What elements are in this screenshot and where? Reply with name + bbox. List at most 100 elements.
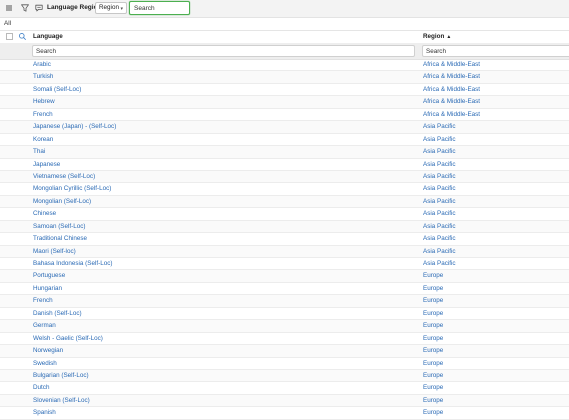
breadcrumb[interactable]: All — [4, 20, 11, 27]
search-field-select[interactable]: Region ▾ — [95, 2, 127, 14]
region-link[interactable]: Europe — [423, 335, 443, 342]
hamburger-menu-icon[interactable] — [4, 3, 14, 13]
language-link[interactable]: Arabic — [33, 61, 51, 68]
language-link[interactable]: Traditional Chinese — [33, 235, 87, 242]
table-row[interactable]: Korean Asia Pacific — [0, 134, 569, 147]
region-link[interactable]: Europe — [423, 322, 443, 329]
language-link[interactable]: Swedish — [33, 360, 57, 367]
region-link[interactable]: Europe — [423, 384, 443, 391]
region-link[interactable]: Asia Pacific — [423, 260, 456, 267]
language-link[interactable]: Vietnamese (Self-Loc) — [33, 173, 95, 180]
table-row[interactable]: Hebrew Africa & Middle-East — [0, 96, 569, 109]
table-row[interactable]: Turkish Africa & Middle-East — [0, 71, 569, 84]
region-link[interactable]: Africa & Middle-East — [423, 111, 480, 118]
table-row[interactable]: Samoan (Self-Loc) Asia Pacific — [0, 220, 569, 234]
language-link[interactable]: Maori (Self-loc) — [33, 248, 76, 255]
table-row[interactable]: Japanese (Japan) - (Self-Loc) Asia Pacifi… — [0, 121, 569, 134]
column-header-language[interactable]: Language — [33, 33, 63, 40]
table-row[interactable]: Mongolian Cyrillic (Self-Loc) Asia Pacifi… — [0, 183, 569, 196]
region-link[interactable]: Asia Pacific — [423, 235, 456, 242]
region-link[interactable]: Europe — [423, 297, 443, 304]
region-link[interactable]: Europe — [423, 397, 443, 404]
region-link[interactable]: Africa & Middle-East — [423, 73, 480, 80]
table-row[interactable]: French Africa & Middle-East — [0, 109, 569, 122]
table-row[interactable]: Maori (Self-loc) Asia Pacific — [0, 245, 569, 258]
table-row[interactable]: French Europe — [0, 295, 569, 308]
region-link[interactable]: Asia Pacific — [423, 185, 456, 192]
region-link[interactable]: Europe — [423, 310, 443, 317]
language-link[interactable]: Hebrew — [33, 98, 55, 105]
language-link[interactable]: Bahasa Indonesia (Self-Loc) — [33, 260, 112, 267]
region-link[interactable]: Africa & Middle-East — [423, 86, 480, 93]
language-link[interactable]: Norwegian — [33, 347, 63, 354]
language-link[interactable]: Korean — [33, 136, 53, 143]
language-link[interactable]: Turkish — [33, 73, 53, 80]
table-row[interactable]: Welsh - Gaelic (Self-Loc) Europe — [0, 333, 569, 346]
table-row[interactable]: Vietnamese (Self-Loc) Asia Pacific — [0, 170, 569, 184]
region-link[interactable]: Asia Pacific — [423, 123, 456, 130]
table-row[interactable]: Danish (Self-Loc) Europe — [0, 308, 569, 321]
region-link[interactable]: Europe — [423, 347, 443, 354]
language-link[interactable]: Welsh - Gaelic (Self-Loc) — [33, 335, 103, 342]
column-header-region[interactable]: Region ▲ — [423, 33, 451, 40]
table-row[interactable]: Spanish Europe — [0, 407, 569, 420]
table-row[interactable]: Swedish Europe — [0, 358, 569, 370]
region-link[interactable]: Asia Pacific — [423, 198, 456, 205]
table-row[interactable]: Slovenian (Self-Loc) Europe — [0, 394, 569, 408]
language-link[interactable]: Japanese (Japan) - (Self-Loc) — [33, 123, 116, 130]
language-link[interactable]: German — [33, 322, 56, 329]
language-link[interactable]: Bulgarian (Self-Loc) — [33, 372, 89, 379]
table-row[interactable]: Bulgarian (Self-Loc) Europe — [0, 369, 569, 383]
language-link[interactable]: Dutch — [33, 384, 49, 391]
language-link[interactable]: Slovenian (Self-Loc) — [33, 397, 90, 404]
table-row[interactable]: Japanese Asia Pacific — [0, 159, 569, 171]
region-link[interactable]: Asia Pacific — [423, 210, 456, 217]
table-row[interactable]: German Europe — [0, 320, 569, 333]
language-link[interactable]: Mongolian Cyrillic (Self-Loc) — [33, 185, 111, 192]
region-link[interactable]: Asia Pacific — [423, 223, 456, 230]
language-link[interactable]: French — [33, 111, 53, 118]
region-link[interactable]: Europe — [423, 285, 443, 292]
region-link[interactable]: Europe — [423, 409, 443, 416]
region-link[interactable]: Europe — [423, 372, 443, 379]
region-link[interactable]: Asia Pacific — [423, 173, 456, 180]
sort-ascending-icon: ▲ — [446, 34, 452, 40]
table-row[interactable]: Somali (Self-Loc) Africa & Middle-East — [0, 84, 569, 97]
language-link[interactable]: Somali (Self-Loc) — [33, 86, 81, 93]
language-link[interactable]: Spanish — [33, 409, 56, 416]
search-input[interactable] — [129, 1, 190, 15]
region-link[interactable]: Europe — [423, 272, 443, 279]
select-all-checkbox[interactable] — [6, 33, 13, 40]
language-link[interactable]: Samoan (Self-Loc) — [33, 223, 86, 230]
table-row[interactable]: Thai Asia Pacific — [0, 146, 569, 159]
table-row[interactable]: Arabic Africa & Middle-East — [0, 59, 569, 72]
region-link[interactable]: Asia Pacific — [423, 136, 456, 143]
language-link[interactable]: Hungarian — [33, 285, 62, 292]
language-link[interactable]: Danish (Self-Loc) — [33, 310, 82, 317]
chat-icon[interactable] — [34, 3, 44, 13]
region-link[interactable]: Asia Pacific — [423, 161, 456, 168]
search-icon[interactable] — [18, 32, 27, 41]
table-row[interactable]: Traditional Chinese Asia Pacific — [0, 233, 569, 246]
region-link[interactable]: Africa & Middle-East — [423, 98, 480, 105]
filter-icon[interactable] — [20, 3, 30, 13]
region-link[interactable]: Africa & Middle-East — [423, 61, 480, 68]
region-link[interactable]: Asia Pacific — [423, 248, 456, 255]
table-row[interactable]: Bahasa Indonesia (Self-Loc) Asia Pacific — [0, 258, 569, 271]
table-row[interactable]: Chinese Asia Pacific — [0, 208, 569, 221]
region-link[interactable]: Asia Pacific — [423, 148, 456, 155]
table-row[interactable]: Dutch Europe — [0, 382, 569, 395]
table-row[interactable]: Norwegian Europe — [0, 345, 569, 358]
region-link[interactable]: Europe — [423, 360, 443, 367]
language-link[interactable]: Japanese — [33, 161, 60, 168]
language-filter-input[interactable] — [32, 45, 415, 57]
language-link[interactable]: Portuguese — [33, 272, 65, 279]
table-row[interactable]: Hungarian Europe — [0, 283, 569, 296]
language-link[interactable]: Mongolian (Self-Loc) — [33, 198, 91, 205]
region-filter-input[interactable] — [422, 45, 569, 57]
table-row[interactable]: Portuguese Europe — [0, 270, 569, 283]
table-row[interactable]: Mongolian (Self-Loc) Asia Pacific — [0, 195, 569, 209]
language-link[interactable]: French — [33, 297, 53, 304]
language-link[interactable]: Chinese — [33, 210, 56, 217]
language-link[interactable]: Thai — [33, 148, 45, 155]
